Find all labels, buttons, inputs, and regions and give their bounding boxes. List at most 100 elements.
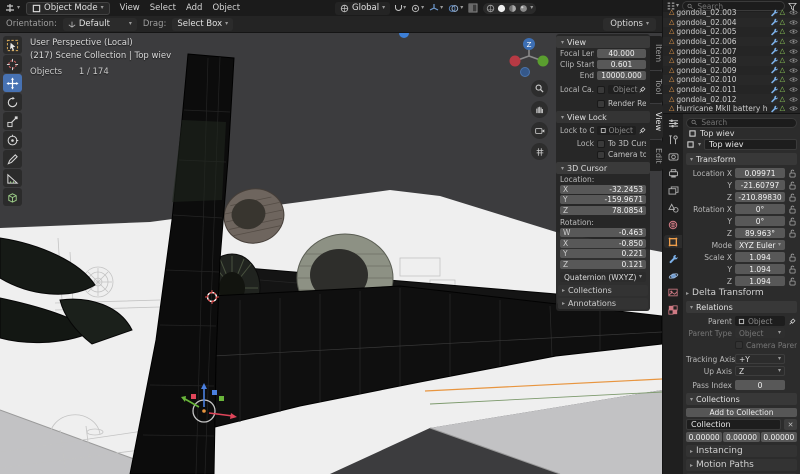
add-to-collection-button[interactable]: Add to Collection [686, 408, 797, 417]
camera-to-view-checkbox[interactable] [597, 151, 605, 159]
modifier-wrench-icon[interactable] [770, 57, 778, 65]
lock-open-icon[interactable] [789, 253, 796, 262]
tab-object-properties[interactable] [664, 235, 682, 248]
select-box-tool[interactable] [3, 36, 22, 54]
view-lock-section-header[interactable]: ▾ View Lock [556, 111, 650, 123]
drag-dropdown[interactable]: Select Box ▾ [172, 18, 233, 31]
outliner-row[interactable]: △ gondola_02.012 △ [663, 94, 800, 104]
tab-physics-properties[interactable] [664, 269, 682, 282]
cursor-location-field[interactable]: Z78.0854 [560, 206, 646, 215]
delta-transform-header[interactable]: Delta Transform [692, 288, 764, 298]
offset-field[interactable]: 0.00000 [723, 432, 759, 442]
lock-open-icon[interactable] [789, 181, 796, 190]
outliner-row[interactable]: △ gondola_02.005 △ [663, 27, 800, 37]
remove-collection-button[interactable]: ✕ [784, 419, 797, 430]
eye-icon[interactable] [789, 67, 798, 74]
scale-tool[interactable] [3, 112, 22, 130]
menu-item[interactable]: View [116, 2, 144, 14]
tab-view-layer-properties[interactable] [664, 184, 682, 197]
mesh-data-icon[interactable]: △ [780, 48, 785, 55]
menu-item[interactable]: Select [146, 2, 180, 14]
move-tool[interactable] [3, 74, 22, 92]
mesh-data-icon[interactable]: △ [780, 38, 785, 45]
outliner-row[interactable]: △ gondola_02.007 △ [663, 46, 800, 56]
mesh-data-icon[interactable]: △ [780, 105, 785, 112]
rotation-mode-dropdown[interactable]: Quaternion (WXYZ) ▾ [560, 272, 646, 282]
outliner-row[interactable]: △ gondola_02.006 △ [663, 37, 800, 47]
tab-tool[interactable]: Tool [650, 71, 663, 103]
lock-open-icon[interactable] [789, 229, 796, 238]
shading-solid-icon[interactable] [497, 4, 506, 13]
modifier-wrench-icon[interactable] [770, 9, 778, 17]
up-axis-dropdown[interactable]: Z ▾ [735, 366, 785, 376]
modifier-wrench-icon[interactable] [770, 47, 778, 55]
location-field[interactable]: -210.89830 [735, 192, 785, 202]
tab-render-properties[interactable] [664, 150, 682, 163]
cursor-rotation-field[interactable]: Z0.121 [560, 260, 646, 269]
mesh-data-icon[interactable]: △ [780, 76, 785, 83]
tab-edit[interactable]: Edit [650, 140, 663, 172]
overlays-toggle[interactable]: ▾ [448, 4, 463, 13]
tab-output-properties[interactable] [664, 167, 682, 180]
mesh-data-icon[interactable]: △ [780, 57, 785, 64]
tab-tool-properties[interactable] [664, 133, 682, 146]
offset-field[interactable]: 0.00000 [686, 432, 722, 442]
collections-panel-header[interactable]: ▸ Collections [558, 285, 648, 296]
parent-type-dropdown[interactable]: Object ▾ [735, 328, 785, 338]
camera-view-control[interactable] [531, 122, 548, 139]
eye-icon[interactable] [789, 19, 798, 26]
annotations-panel-header[interactable]: ▸ Annotations [558, 298, 648, 309]
rotation-mode-dropdown[interactable]: XYZ Euler ▾ [735, 240, 785, 250]
rotation-field[interactable]: 89.963° [735, 228, 785, 238]
tab-modifier-properties[interactable] [664, 252, 682, 265]
eye-icon[interactable] [789, 28, 798, 35]
perspective-toggle-control[interactable] [531, 143, 548, 160]
outliner-row[interactable]: △ gondola_02.011 △ [663, 85, 800, 95]
eye-icon[interactable] [789, 96, 798, 103]
lock-open-icon[interactable] [789, 205, 796, 214]
modifier-wrench-icon[interactable] [770, 66, 778, 74]
number-field[interactable]: 10000.000 [597, 71, 646, 80]
annotate-tool[interactable] [3, 150, 22, 168]
cursor-tool[interactable] [3, 55, 22, 73]
location-field[interactable]: 0.09971 [735, 168, 785, 178]
instancing-header[interactable]: Instancing [696, 446, 743, 456]
lock-open-icon[interactable] [789, 169, 796, 178]
scale-field[interactable]: 1.094 [735, 264, 785, 274]
gizmo-toggle[interactable]: ▾ [429, 3, 443, 13]
parent-object-field[interactable]: Object [735, 316, 785, 326]
tab-view[interactable]: View [650, 104, 663, 139]
zoom-control[interactable] [531, 80, 548, 97]
rotation-field[interactable]: 0° [735, 216, 785, 226]
pan-control[interactable] [531, 101, 548, 118]
eye-icon[interactable] [789, 48, 798, 55]
cursor-location-field[interactable]: X-32.2453 [560, 185, 646, 194]
eye-icon[interactable] [789, 57, 798, 64]
tab-texture-properties[interactable] [664, 303, 682, 316]
xray-toggle[interactable] [468, 3, 478, 13]
modifier-wrench-icon[interactable] [770, 18, 778, 26]
menu-item[interactable]: Add [182, 2, 206, 14]
transform-tool[interactable] [3, 131, 22, 149]
motion-paths-header[interactable]: Motion Paths [696, 460, 754, 470]
outliner-row[interactable]: △ gondola_02.004 △ [663, 18, 800, 28]
properties-search-input[interactable] [699, 117, 792, 128]
outliner-row[interactable]: △ gondola_02.003 △ [663, 8, 800, 18]
modifier-wrench-icon[interactable] [770, 28, 778, 36]
transform-orientation-dropdown[interactable]: Global ▾ [335, 2, 390, 15]
tracking-axis-dropdown[interactable]: +Y ▾ [735, 354, 785, 364]
cursor-section-header[interactable]: ▾ 3D Cursor [556, 162, 650, 174]
view-section-header[interactable]: ▾ View [556, 36, 650, 48]
mesh-data-icon[interactable]: △ [780, 19, 785, 26]
scale-field[interactable]: 1.094 [735, 276, 785, 286]
modifier-wrench-icon[interactable] [770, 38, 778, 46]
eye-icon[interactable] [789, 38, 798, 45]
lock-open-icon[interactable] [789, 265, 796, 274]
breadcrumb-object[interactable]: Top wiev [700, 129, 734, 138]
pass-index-field[interactable]: 0 [735, 380, 785, 390]
modifier-wrench-icon[interactable] [770, 95, 778, 103]
mesh-data-icon[interactable]: △ [780, 67, 785, 74]
eyedropper-icon[interactable] [789, 318, 796, 325]
local-camera-checkbox[interactable] [597, 86, 605, 94]
shading-wireframe-icon[interactable] [486, 4, 495, 13]
